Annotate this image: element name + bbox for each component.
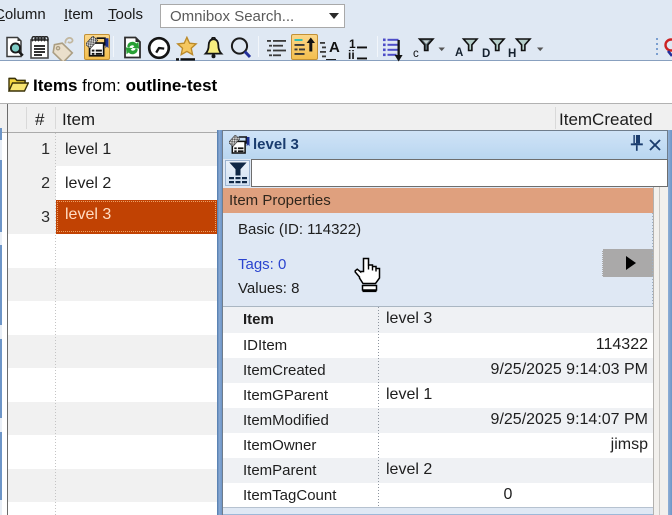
svg-text:H: H — [508, 48, 516, 60]
svg-text:A: A — [329, 39, 340, 56]
svg-text:c: c — [413, 48, 419, 60]
svg-text:D: D — [482, 48, 490, 60]
svg-text:A: A — [455, 47, 463, 59]
svg-text:ii: ii — [348, 48, 355, 61]
